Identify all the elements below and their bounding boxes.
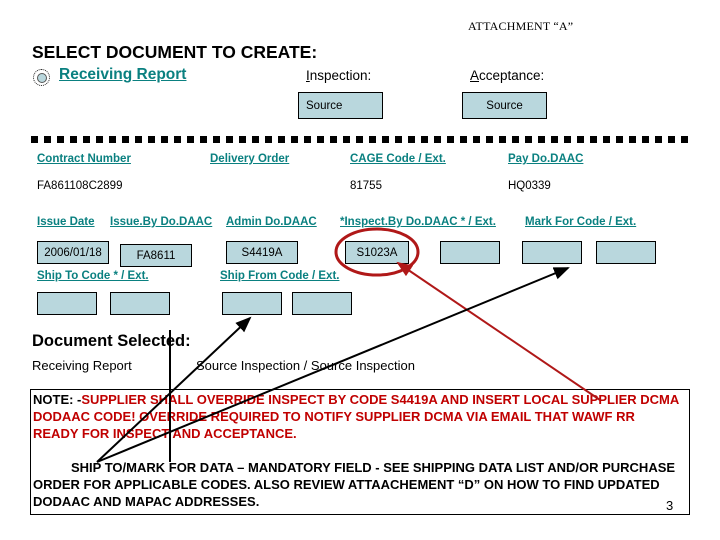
attachment-label: ATTACHMENT “A” xyxy=(468,19,574,33)
receiving-report-link[interactable]: Receiving Report xyxy=(59,66,186,84)
label-pay-dodaac[interactable]: Pay Do.DAAC xyxy=(508,153,583,165)
red-callout-arrow xyxy=(396,261,601,401)
label-shipfrom-code[interactable]: Ship From Code / Ext. xyxy=(220,270,339,282)
ship-data-text: SHIP TO/MARK FOR DATA – MANDATORY FIELD … xyxy=(33,460,676,509)
page-number: 3 xyxy=(666,498,674,513)
radio-selected-icon[interactable] xyxy=(33,69,50,86)
acceptance-accel-char: A xyxy=(470,68,480,83)
note-text: SUPPLIER SHALL OVERRIDE INSPECT BY CODE … xyxy=(33,392,679,441)
label-contract-number[interactable]: Contract Number xyxy=(37,153,131,165)
input-inspectby-dodaac[interactable]: S1023A xyxy=(345,241,409,264)
note-prefix: NOTE: - xyxy=(33,392,82,407)
note-paragraph: NOTE: -SUPPLIER SHALL OVERRIDE INSPECT B… xyxy=(33,391,681,442)
input-markfor-code[interactable] xyxy=(522,241,582,264)
ship-data-paragraph: SHIP TO/MARK FOR DATA – MANDATORY FIELD … xyxy=(33,459,683,510)
acceptance-select[interactable]: Source xyxy=(462,92,547,119)
slide-canvas: ATTACHMENT “A” SELECT DOCUMENT TO CREATE… xyxy=(0,0,720,540)
inspection-label-rest: nspection: xyxy=(309,68,372,83)
input-markfor-ext[interactable] xyxy=(596,241,656,264)
label-shipto-code[interactable]: Ship To Code * / Ext. xyxy=(37,270,149,282)
inspection-select[interactable]: Source xyxy=(298,92,383,119)
value-cage-code: 81755 xyxy=(350,180,382,192)
label-inspectby-dodaac[interactable]: *Inspect.By Do.DAAC * / Ext. xyxy=(340,216,496,228)
input-shipto-ext[interactable] xyxy=(110,292,170,315)
value-pay-dodaac: HQ0339 xyxy=(508,180,551,192)
input-admin-dodaac[interactable]: S4419A xyxy=(226,241,298,264)
document-type-radio-row[interactable]: Receiving Report xyxy=(33,66,263,90)
label-issue-date[interactable]: Issue Date xyxy=(37,216,95,228)
inspection-label: Inspection: xyxy=(306,68,371,83)
document-selected-type: Receiving Report xyxy=(32,358,132,373)
dashed-divider xyxy=(31,136,691,143)
label-delivery-order[interactable]: Delivery Order xyxy=(210,153,289,165)
input-issue-date[interactable]: 2006/01/18 xyxy=(37,241,109,264)
input-shipfrom-code[interactable] xyxy=(222,292,282,315)
input-shipfrom-ext[interactable] xyxy=(292,292,352,315)
page-title: SELECT DOCUMENT TO CREATE: xyxy=(32,42,318,62)
acceptance-label-rest: cceptance: xyxy=(479,68,545,83)
label-cage-code[interactable]: CAGE Code / Ext. xyxy=(350,153,446,165)
document-selected-inspection-acceptance: Source Inspection / Source Inspection xyxy=(196,358,415,373)
value-contract-number: FA861108C2899 xyxy=(37,180,123,192)
input-shipto-code[interactable] xyxy=(37,292,97,315)
input-inspectby-ext[interactable] xyxy=(440,241,500,264)
acceptance-label: Acceptance: xyxy=(470,68,544,83)
label-admin-dodaac[interactable]: Admin Do.DAAC xyxy=(226,216,317,228)
label-issueby-dodaac[interactable]: Issue.By Do.DAAC xyxy=(110,216,212,228)
label-markfor-code[interactable]: Mark For Code / Ext. xyxy=(525,216,636,228)
input-issueby-dodaac[interactable]: FA8611 xyxy=(120,244,192,267)
document-selected-heading: Document Selected: xyxy=(32,332,191,350)
